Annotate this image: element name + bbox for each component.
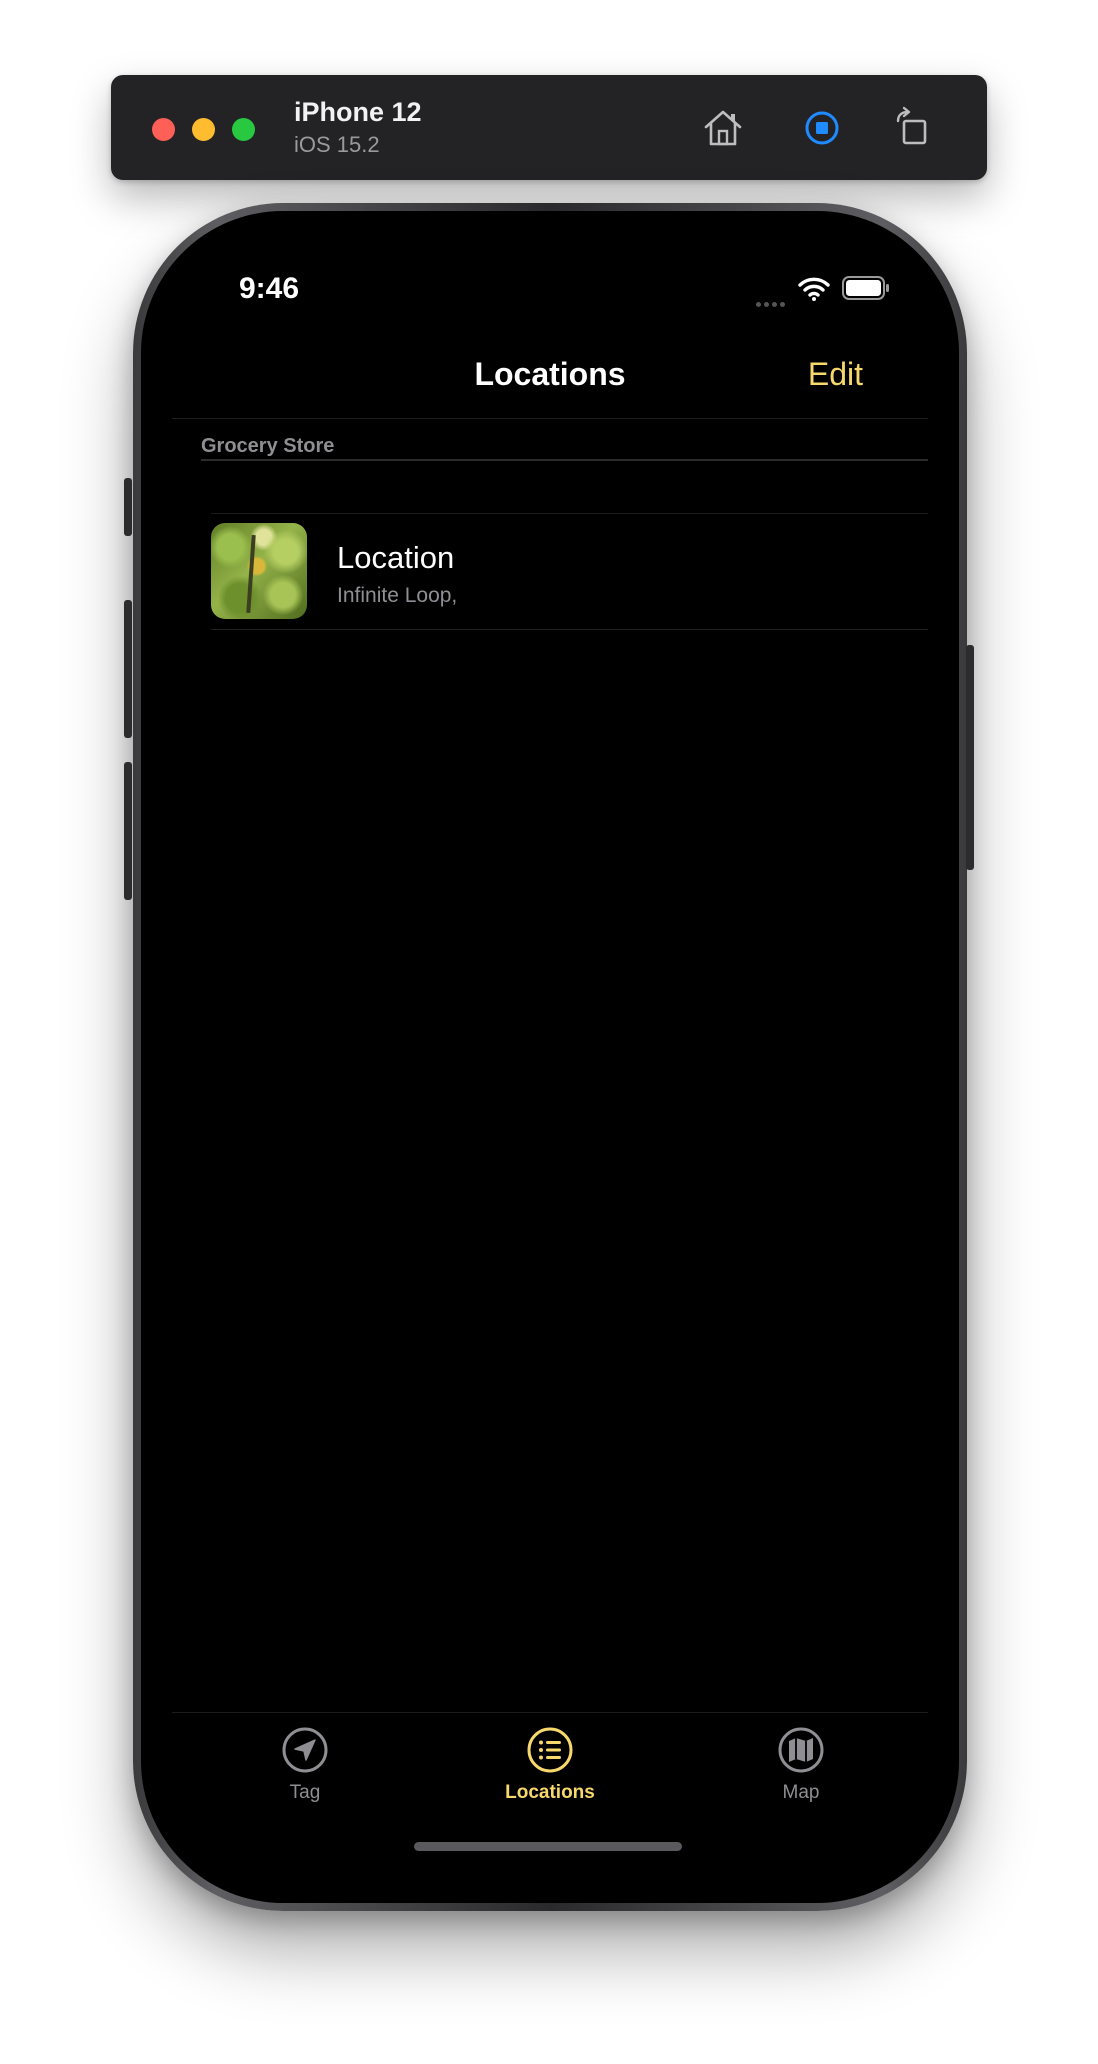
location-row[interactable]: Location Infinite Loop, <box>172 514 928 630</box>
location-title: Location <box>337 540 455 575</box>
map-icon <box>778 1727 824 1773</box>
home-icon <box>704 110 742 146</box>
location-address: Infinite Loop, <box>337 584 458 607</box>
tab-bar-divider <box>172 1712 928 1713</box>
tab-map[interactable]: Map <box>711 1726 891 1804</box>
volume-down-button <box>124 762 132 900</box>
home-button[interactable] <box>700 105 746 151</box>
signal-icon <box>756 294 790 307</box>
os-version: iOS 15.2 <box>294 132 380 157</box>
list-icon <box>527 1727 573 1773</box>
close-window-button[interactable] <box>152 118 175 141</box>
edit-button[interactable]: Edit <box>808 356 863 393</box>
simulator-toolbar: iPhone 12 iOS 15.2 <box>111 75 987 180</box>
volume-up-button <box>124 600 132 738</box>
row-divider <box>211 629 928 630</box>
battery-icon <box>842 276 889 300</box>
mute-switch <box>124 478 132 536</box>
section-divider <box>201 459 928 461</box>
stop-record-icon <box>805 111 839 145</box>
minimize-window-button[interactable] <box>192 118 215 141</box>
location-thumbnail <box>211 523 307 619</box>
phone-screen: 9:46 Locations Edit Grocery Store Locati… <box>172 214 928 1900</box>
tab-tag-label: Tag <box>289 1782 321 1803</box>
nav-divider <box>172 418 928 419</box>
wifi-icon <box>798 277 830 301</box>
tab-locations-label: Locations <box>505 1782 595 1803</box>
tab-tag[interactable]: Tag <box>215 1726 395 1804</box>
power-button <box>966 645 974 870</box>
home-indicator[interactable] <box>414 1842 682 1851</box>
status-time: 9:46 <box>239 272 300 305</box>
device-name: iPhone 12 <box>294 97 422 127</box>
section-header: Grocery Store <box>201 435 335 457</box>
zoom-window-button[interactable] <box>232 118 255 141</box>
location-arrow-icon <box>282 1727 328 1773</box>
record-button[interactable] <box>799 105 845 151</box>
tab-locations[interactable]: Locations <box>460 1726 640 1804</box>
rotate-button[interactable] <box>889 105 935 151</box>
leaf-stem <box>246 534 256 614</box>
tab-map-label: Map <box>782 1782 820 1803</box>
rotate-icon <box>896 106 927 145</box>
